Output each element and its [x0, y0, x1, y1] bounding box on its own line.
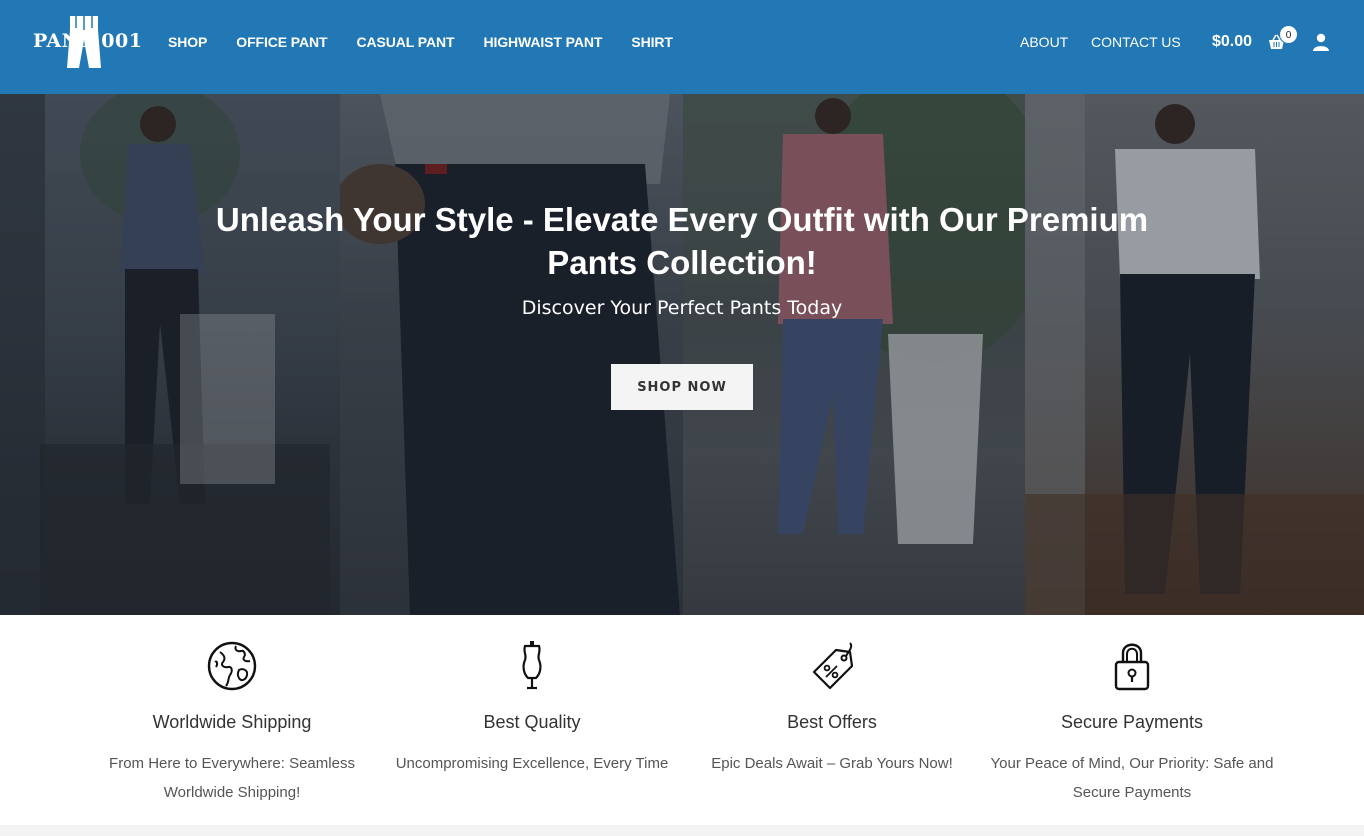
feature-title: Best Quality — [483, 712, 581, 732]
globe-icon — [207, 641, 257, 691]
nav-item-office-pant[interactable]: OFFICE PANT — [236, 34, 327, 50]
main-nav: SHOP OFFICE PANT CASUAL PANT HIGHWAIST P… — [168, 34, 702, 50]
feature-description: Your Peace of Mind, Our Priority: Safe a… — [990, 755, 1274, 801]
shop-now-button[interactable]: SHOP NOW — [611, 364, 753, 410]
nav-item-highwaist-pant[interactable]: HIGHWAIST PANT — [483, 34, 602, 50]
feature-description: Epic Deals Await – Grab Yours Now! — [711, 755, 953, 772]
feature-title: Worldwide Shipping — [152, 712, 312, 732]
nav-item-casual-pant[interactable]: CASUAL PANT — [356, 34, 454, 50]
site-logo[interactable]: PANT 001 — [33, 14, 143, 70]
nav-item-shop[interactable]: SHOP — [168, 34, 207, 50]
nav-item-contact[interactable]: CONTACT US — [1091, 34, 1181, 50]
hero-overlay — [0, 94, 1364, 615]
feature-description: Uncompromising Excellence, Every Time — [395, 755, 669, 772]
feature-title: Best Offers — [787, 712, 877, 732]
nav-item-shirt[interactable]: SHIRT — [631, 34, 673, 50]
mannequin-icon — [522, 641, 542, 690]
cart-count-badge: 0 — [1279, 25, 1298, 44]
hero-title: Unleash Your Style - Elevate Every Outfi… — [215, 201, 1149, 281]
feature-title: Secure Payments — [1060, 712, 1204, 732]
hero-subtitle: Discover Your Perfect Pants Today — [521, 297, 843, 319]
user-account-icon[interactable] — [1312, 33, 1330, 51]
logo-text: PANT 001 — [33, 30, 143, 52]
features-section: Worldwide Shipping From Here to Everywhe… — [0, 615, 1364, 825]
site-header: PANT 001 SHOP OFFICE PANT CASUAL PANT HI… — [0, 0, 1364, 94]
padlock-icon — [1114, 643, 1150, 691]
discount-tag-icon — [812, 642, 854, 690]
nav-item-about[interactable]: ABOUT — [1020, 34, 1068, 50]
cart-total[interactable]: $0.00 — [1212, 33, 1252, 51]
feature-description: From Here to Everywhere: Seamless Worldw… — [109, 755, 355, 801]
hero-banner: Unleash Your Style - Elevate Every Outfi… — [0, 94, 1364, 615]
